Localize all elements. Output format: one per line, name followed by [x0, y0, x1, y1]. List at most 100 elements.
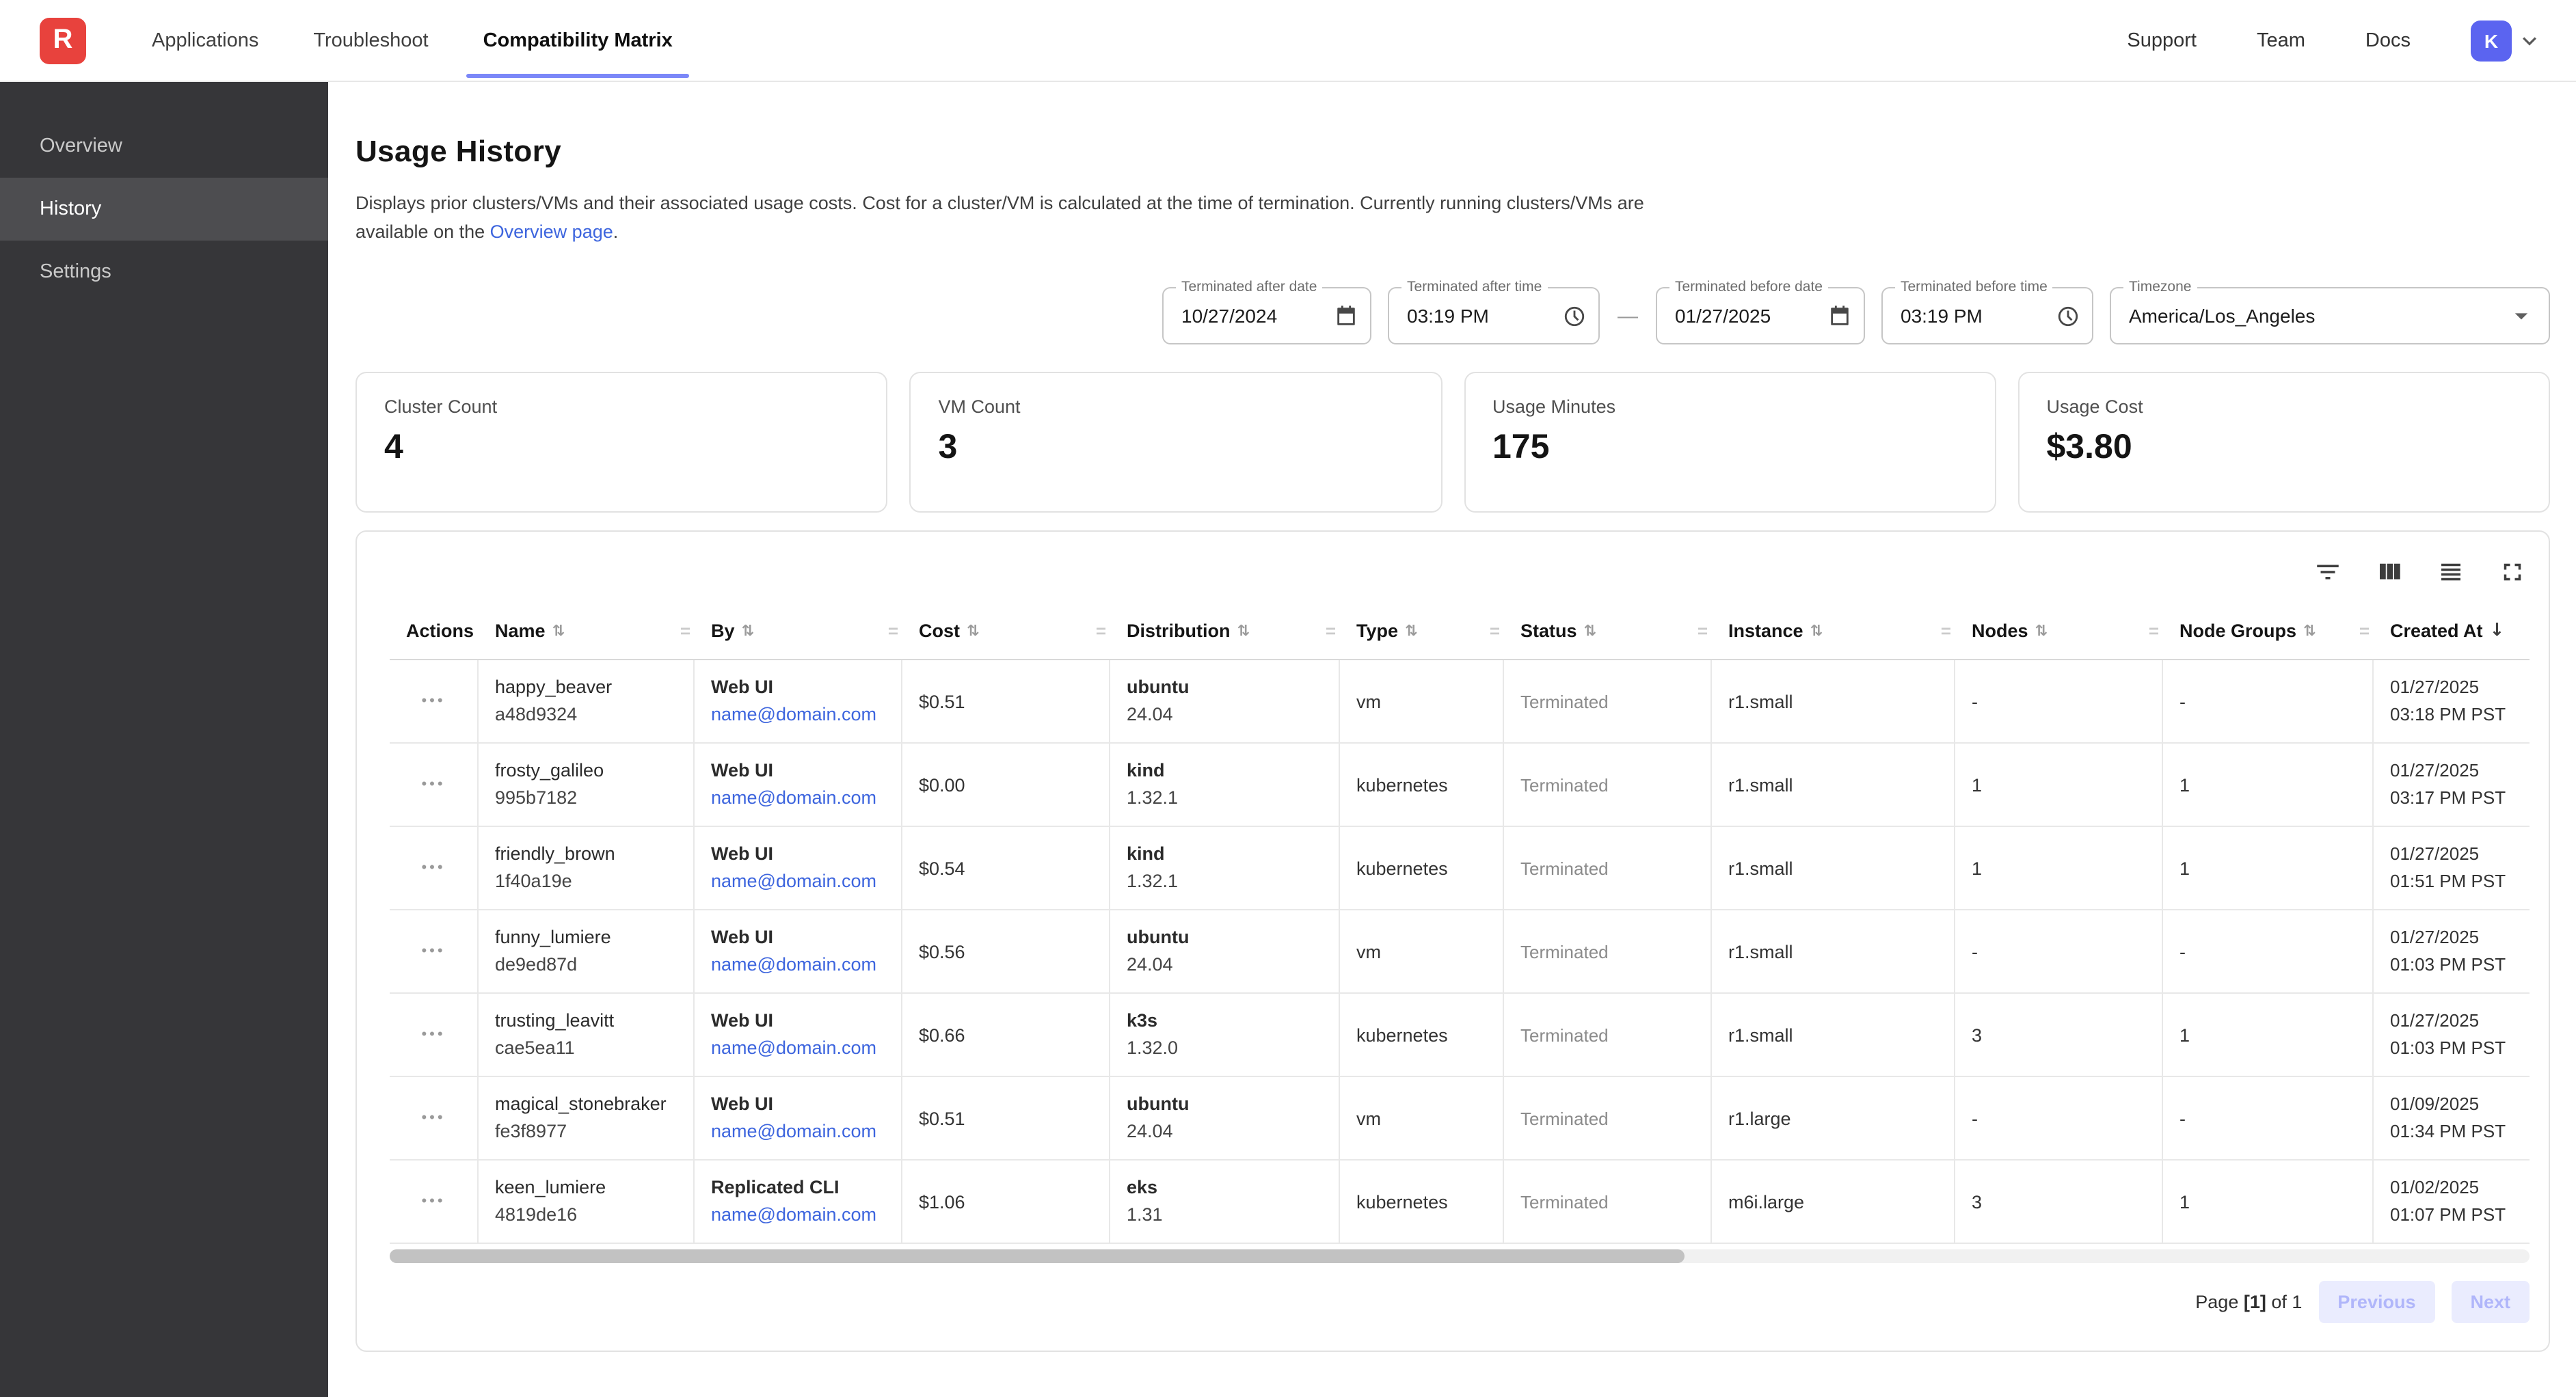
node-groups-value: 1	[2179, 1025, 2190, 1045]
density-button[interactable]	[2432, 554, 2468, 589]
header-distribution[interactable]: Distribution ⇅ =	[1110, 603, 1340, 659]
timezone-select[interactable]: Timezone America/Los_Angeles	[2110, 287, 2550, 344]
sort-icon[interactable]: ⇅	[1810, 622, 1823, 640]
cost-value: $0.66	[919, 1025, 965, 1045]
column-resize-handle[interactable]: =	[2149, 621, 2159, 641]
sort-icon[interactable]: ⇅	[1237, 622, 1250, 640]
field-value[interactable]: 10/27/2024	[1181, 305, 1277, 327]
status-cell: Terminated	[1504, 660, 1712, 742]
created-by-email-link[interactable]: name@domain.com	[711, 951, 890, 979]
fullscreen-button[interactable]	[2494, 554, 2530, 589]
terminated-before-time-field[interactable]: Terminated before time 03:19 PM	[1881, 287, 2093, 344]
filter-button[interactable]	[2309, 554, 2345, 589]
nav-link-docs[interactable]: Docs	[2365, 29, 2411, 51]
cluster-id: cae5ea11	[495, 1035, 682, 1062]
usage-table-card: Actions Name ⇅ = By ⇅ = Cost ⇅ =	[355, 530, 2550, 1352]
sort-icon[interactable]: ⇅	[1405, 622, 1417, 640]
tab-compatibility-matrix[interactable]: Compatibility Matrix	[456, 0, 700, 81]
created-by-email-link[interactable]: name@domain.com	[711, 1035, 890, 1062]
sort-icon[interactable]: ⇅	[1584, 622, 1596, 640]
sidebar-item-overview[interactable]: Overview	[0, 115, 328, 178]
type-cell: vm	[1340, 910, 1504, 992]
chevron-down-icon[interactable]	[2516, 27, 2543, 54]
header-created-at[interactable]: Created At ↓	[2374, 603, 2530, 659]
replicated-logo[interactable]: R	[40, 17, 86, 64]
terminated-after-date-field[interactable]: Terminated after date 10/27/2024	[1162, 287, 1371, 344]
sidebar-item-settings[interactable]: Settings	[0, 241, 328, 303]
sort-icon[interactable]: ⇅	[552, 622, 565, 640]
date-range-dash: —	[1616, 304, 1639, 327]
nav-link-team[interactable]: Team	[2257, 29, 2305, 51]
row-actions-menu-icon[interactable]: •••	[421, 943, 445, 960]
column-resize-handle[interactable]: =	[680, 621, 690, 641]
node-groups-value: 1	[2179, 774, 2190, 795]
sort-desc-icon[interactable]: ↓	[2490, 621, 2505, 641]
created-by-email-link[interactable]: name@domain.com	[711, 1202, 890, 1229]
next-page-button[interactable]: Next	[2451, 1280, 2530, 1323]
calendar-icon[interactable]	[1334, 304, 1358, 327]
sort-icon[interactable]: ⇅	[967, 622, 979, 640]
node-groups-value: 1	[2179, 858, 2190, 878]
dropdown-arrow-icon[interactable]	[2506, 301, 2536, 331]
created-time: 01:34 PM PST	[2390, 1118, 2519, 1145]
header-instance[interactable]: Instance ⇅ =	[1712, 603, 1955, 659]
table-row: ••• trusting_leavitt cae5ea11 Web UI nam…	[390, 994, 2530, 1077]
sort-icon[interactable]: ⇅	[2035, 622, 2048, 640]
column-resize-handle[interactable]: =	[2359, 621, 2370, 641]
columns-button[interactable]	[2371, 554, 2406, 589]
row-actions-menu-icon[interactable]: •••	[421, 860, 445, 876]
header-node-groups[interactable]: Node Groups ⇅ =	[2163, 603, 2374, 659]
by-cell: Web UI name@domain.com	[695, 1077, 902, 1159]
terminated-before-date-field[interactable]: Terminated before date 01/27/2025	[1656, 287, 1865, 344]
created-by-email-link[interactable]: name@domain.com	[711, 785, 890, 812]
avatar[interactable]: K	[2471, 20, 2512, 61]
terminated-after-time-field[interactable]: Terminated after time 03:19 PM	[1388, 287, 1600, 344]
row-actions-menu-icon[interactable]: •••	[421, 776, 445, 793]
scrollbar-thumb[interactable]	[390, 1249, 1685, 1263]
horizontal-scrollbar[interactable]	[390, 1249, 2530, 1263]
sort-icon[interactable]: ⇅	[2303, 622, 2316, 640]
header-name[interactable]: Name ⇅ =	[479, 603, 695, 659]
nav-link-support[interactable]: Support	[2127, 29, 2197, 51]
column-resize-handle[interactable]: =	[1326, 621, 1336, 641]
sort-icon[interactable]: ⇅	[742, 622, 754, 640]
header-type[interactable]: Type ⇅ =	[1340, 603, 1504, 659]
distribution-version: 24.04	[1127, 1118, 1328, 1145]
user-menu[interactable]: K	[2471, 20, 2543, 61]
tab-applications[interactable]: Applications	[124, 0, 286, 81]
row-actions-menu-icon[interactable]: •••	[421, 1027, 445, 1043]
clock-icon[interactable]	[1563, 304, 1586, 327]
calendar-icon[interactable]	[1828, 304, 1851, 327]
field-value[interactable]: America/Los_Angeles	[2129, 305, 2315, 327]
field-label: Timezone	[2123, 279, 2197, 295]
tab-troubleshoot[interactable]: Troubleshoot	[286, 0, 455, 81]
sidebar-item-label: Overview	[40, 135, 122, 157]
field-value[interactable]: 03:19 PM	[1407, 305, 1489, 327]
header-cost[interactable]: Cost ⇅ =	[902, 603, 1110, 659]
clock-icon[interactable]	[2056, 304, 2080, 327]
header-nodes[interactable]: Nodes ⇅ =	[1955, 603, 2163, 659]
overview-page-link[interactable]: Overview page	[490, 221, 613, 242]
header-status[interactable]: Status ⇅ =	[1504, 603, 1712, 659]
created-by-email-link[interactable]: name@domain.com	[711, 868, 890, 895]
created-by-email-link[interactable]: name@domain.com	[711, 1118, 890, 1145]
created-by-source: Web UI	[711, 841, 890, 868]
field-value[interactable]: 03:19 PM	[1901, 305, 1983, 327]
header-by[interactable]: By ⇅ =	[695, 603, 902, 659]
nodes-cell: -	[1955, 910, 2163, 992]
row-actions-menu-icon[interactable]: •••	[421, 693, 445, 709]
by-cell: Web UI name@domain.com	[695, 827, 902, 909]
row-actions-menu-icon[interactable]: •••	[421, 1110, 445, 1126]
previous-page-button[interactable]: Previous	[2318, 1280, 2434, 1323]
column-resize-handle[interactable]: =	[1698, 621, 1708, 641]
name-cell: friendly_brown 1f40a19e	[479, 827, 695, 909]
created-by-email-link[interactable]: name@domain.com	[711, 701, 890, 729]
sidebar-item-history[interactable]: History	[0, 178, 328, 241]
field-value[interactable]: 01/27/2025	[1675, 305, 1771, 327]
column-resize-handle[interactable]: =	[888, 621, 898, 641]
column-resize-handle[interactable]: =	[1096, 621, 1106, 641]
row-actions-menu-icon[interactable]: •••	[421, 1193, 445, 1210]
column-resize-handle[interactable]: =	[1941, 621, 1951, 641]
created-time: 01:07 PM PST	[2390, 1202, 2519, 1229]
column-resize-handle[interactable]: =	[1490, 621, 1500, 641]
